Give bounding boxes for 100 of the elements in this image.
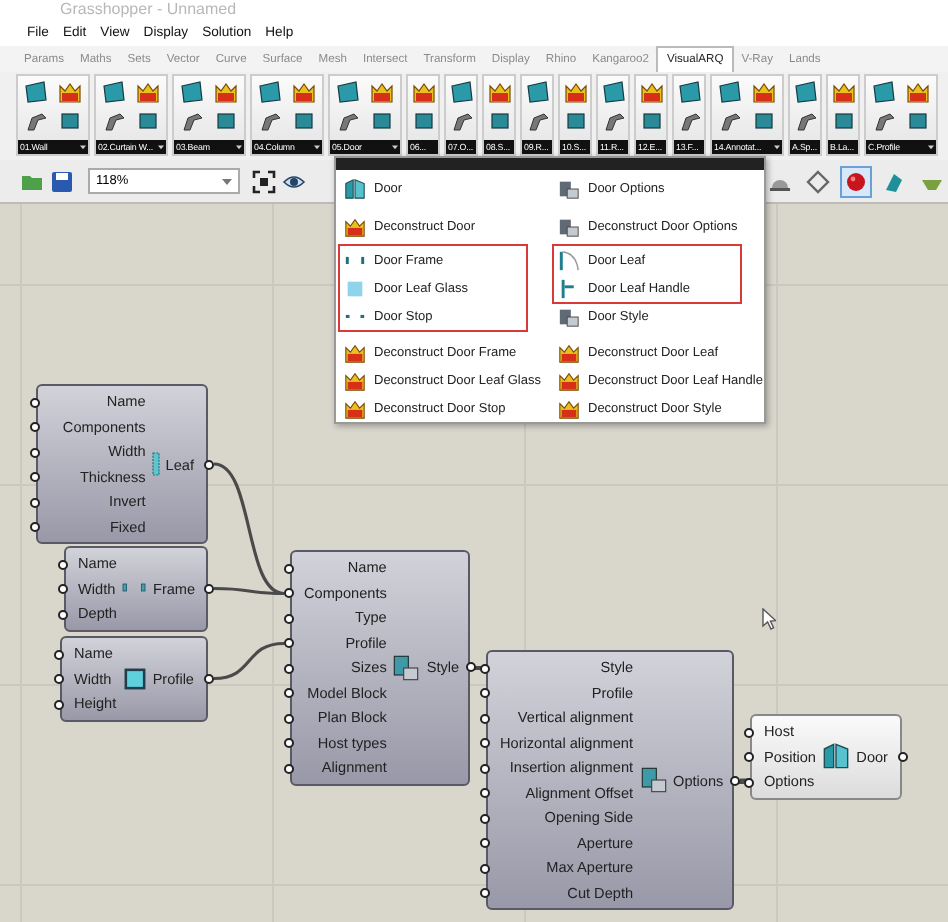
crown-icon[interactable] [411, 80, 435, 104]
hand-icon[interactable] [601, 108, 625, 132]
input-port[interactable] [744, 777, 754, 788]
output-port[interactable] [204, 583, 214, 594]
input-port[interactable] [30, 472, 40, 483]
crown-icon[interactable] [58, 80, 83, 104]
panel-icon[interactable] [717, 80, 742, 104]
input-port[interactable] [30, 497, 40, 508]
input-port[interactable] [54, 649, 64, 660]
fit-icon[interactable] [252, 169, 276, 193]
crown-icon[interactable] [487, 80, 511, 104]
input-port[interactable] [480, 888, 490, 899]
hand-icon[interactable] [257, 108, 282, 132]
input-port[interactable] [58, 584, 68, 595]
input-port[interactable] [284, 663, 294, 674]
input-port[interactable] [480, 713, 490, 724]
panel-icon[interactable] [257, 80, 282, 104]
panel-icon[interactable] [23, 80, 48, 104]
panel-icon[interactable] [871, 80, 896, 104]
glass-icon [344, 277, 366, 299]
panel-icon[interactable] [677, 80, 701, 104]
input-port[interactable] [30, 522, 40, 533]
panel-icon[interactable] [101, 80, 126, 104]
input-port[interactable] [284, 638, 294, 649]
crown-icon[interactable] [831, 80, 855, 104]
input-port[interactable] [54, 674, 64, 685]
input-port[interactable] [744, 752, 754, 763]
hand-icon[interactable] [871, 108, 896, 132]
crown-icon[interactable] [370, 80, 395, 104]
box-icon [558, 305, 580, 327]
hand-icon[interactable] [717, 108, 742, 132]
crown-icon[interactable] [136, 80, 161, 104]
input-port[interactable] [58, 559, 68, 570]
bars-icon [344, 255, 366, 265]
block-icon[interactable] [214, 108, 239, 132]
input-port[interactable] [480, 738, 490, 749]
input-port[interactable] [284, 563, 294, 574]
input-port[interactable] [744, 727, 754, 738]
hand-icon[interactable] [677, 108, 701, 132]
input-port[interactable] [284, 738, 294, 749]
window-title: Grasshopper - Unnamed [58, 0, 239, 18]
block-icon[interactable] [370, 108, 395, 132]
crown-icon[interactable] [214, 80, 239, 104]
block-icon[interactable] [831, 108, 855, 132]
hand-icon[interactable] [793, 108, 817, 132]
crown-icon[interactable] [292, 80, 317, 104]
panel-icon[interactable] [449, 80, 473, 104]
output-port[interactable] [730, 775, 740, 785]
output-port[interactable] [898, 751, 908, 762]
input-port[interactable] [284, 688, 294, 699]
input-port[interactable] [58, 609, 68, 620]
block-icon[interactable] [752, 108, 777, 132]
block-icon[interactable] [487, 108, 511, 132]
input-port[interactable] [480, 663, 490, 674]
crown-icon[interactable] [563, 80, 587, 104]
block-icon[interactable] [639, 108, 663, 132]
input-port[interactable] [480, 863, 490, 874]
hand-icon[interactable] [101, 108, 126, 132]
block-icon[interactable] [58, 108, 83, 132]
crown-icon[interactable] [752, 80, 777, 104]
output-port[interactable] [466, 662, 476, 673]
panel-icon[interactable] [793, 80, 817, 104]
crown-icon [558, 341, 580, 363]
hand-icon[interactable] [449, 108, 473, 132]
input-port[interactable] [480, 688, 490, 699]
hand-icon[interactable] [23, 108, 48, 132]
crown-icon [344, 369, 366, 391]
panel-icon[interactable] [179, 80, 204, 104]
save-icon[interactable] [50, 169, 74, 193]
input-port[interactable] [480, 788, 490, 799]
hand-icon[interactable] [179, 108, 204, 132]
crown-icon [558, 369, 580, 391]
input-port[interactable] [30, 422, 40, 433]
input-port[interactable] [480, 838, 490, 849]
input-port[interactable] [284, 763, 294, 774]
input-port[interactable] [30, 447, 40, 458]
panel-icon[interactable] [601, 80, 625, 104]
input-port[interactable] [284, 588, 294, 599]
crown-icon[interactable] [906, 80, 931, 104]
input-port[interactable] [480, 813, 490, 824]
block-icon[interactable] [292, 108, 317, 132]
block-icon[interactable] [136, 108, 161, 132]
crown-icon[interactable] [639, 80, 663, 104]
panel-icon[interactable] [525, 80, 549, 104]
output-port[interactable] [204, 459, 214, 469]
hand-icon[interactable] [335, 108, 360, 132]
input-port[interactable] [480, 763, 490, 774]
block-icon[interactable] [563, 108, 587, 132]
panel-icon[interactable] [335, 80, 360, 104]
arc-icon [558, 249, 580, 271]
input-port[interactable] [30, 397, 40, 408]
block-icon[interactable] [411, 108, 435, 132]
block-icon[interactable] [906, 108, 931, 132]
output-port[interactable] [204, 673, 214, 684]
crown-icon [344, 341, 366, 363]
hand-icon[interactable] [525, 108, 549, 132]
input-port[interactable] [54, 699, 64, 710]
input-port[interactable] [284, 713, 294, 724]
bar-icon [151, 452, 160, 476]
input-port[interactable] [284, 613, 294, 624]
